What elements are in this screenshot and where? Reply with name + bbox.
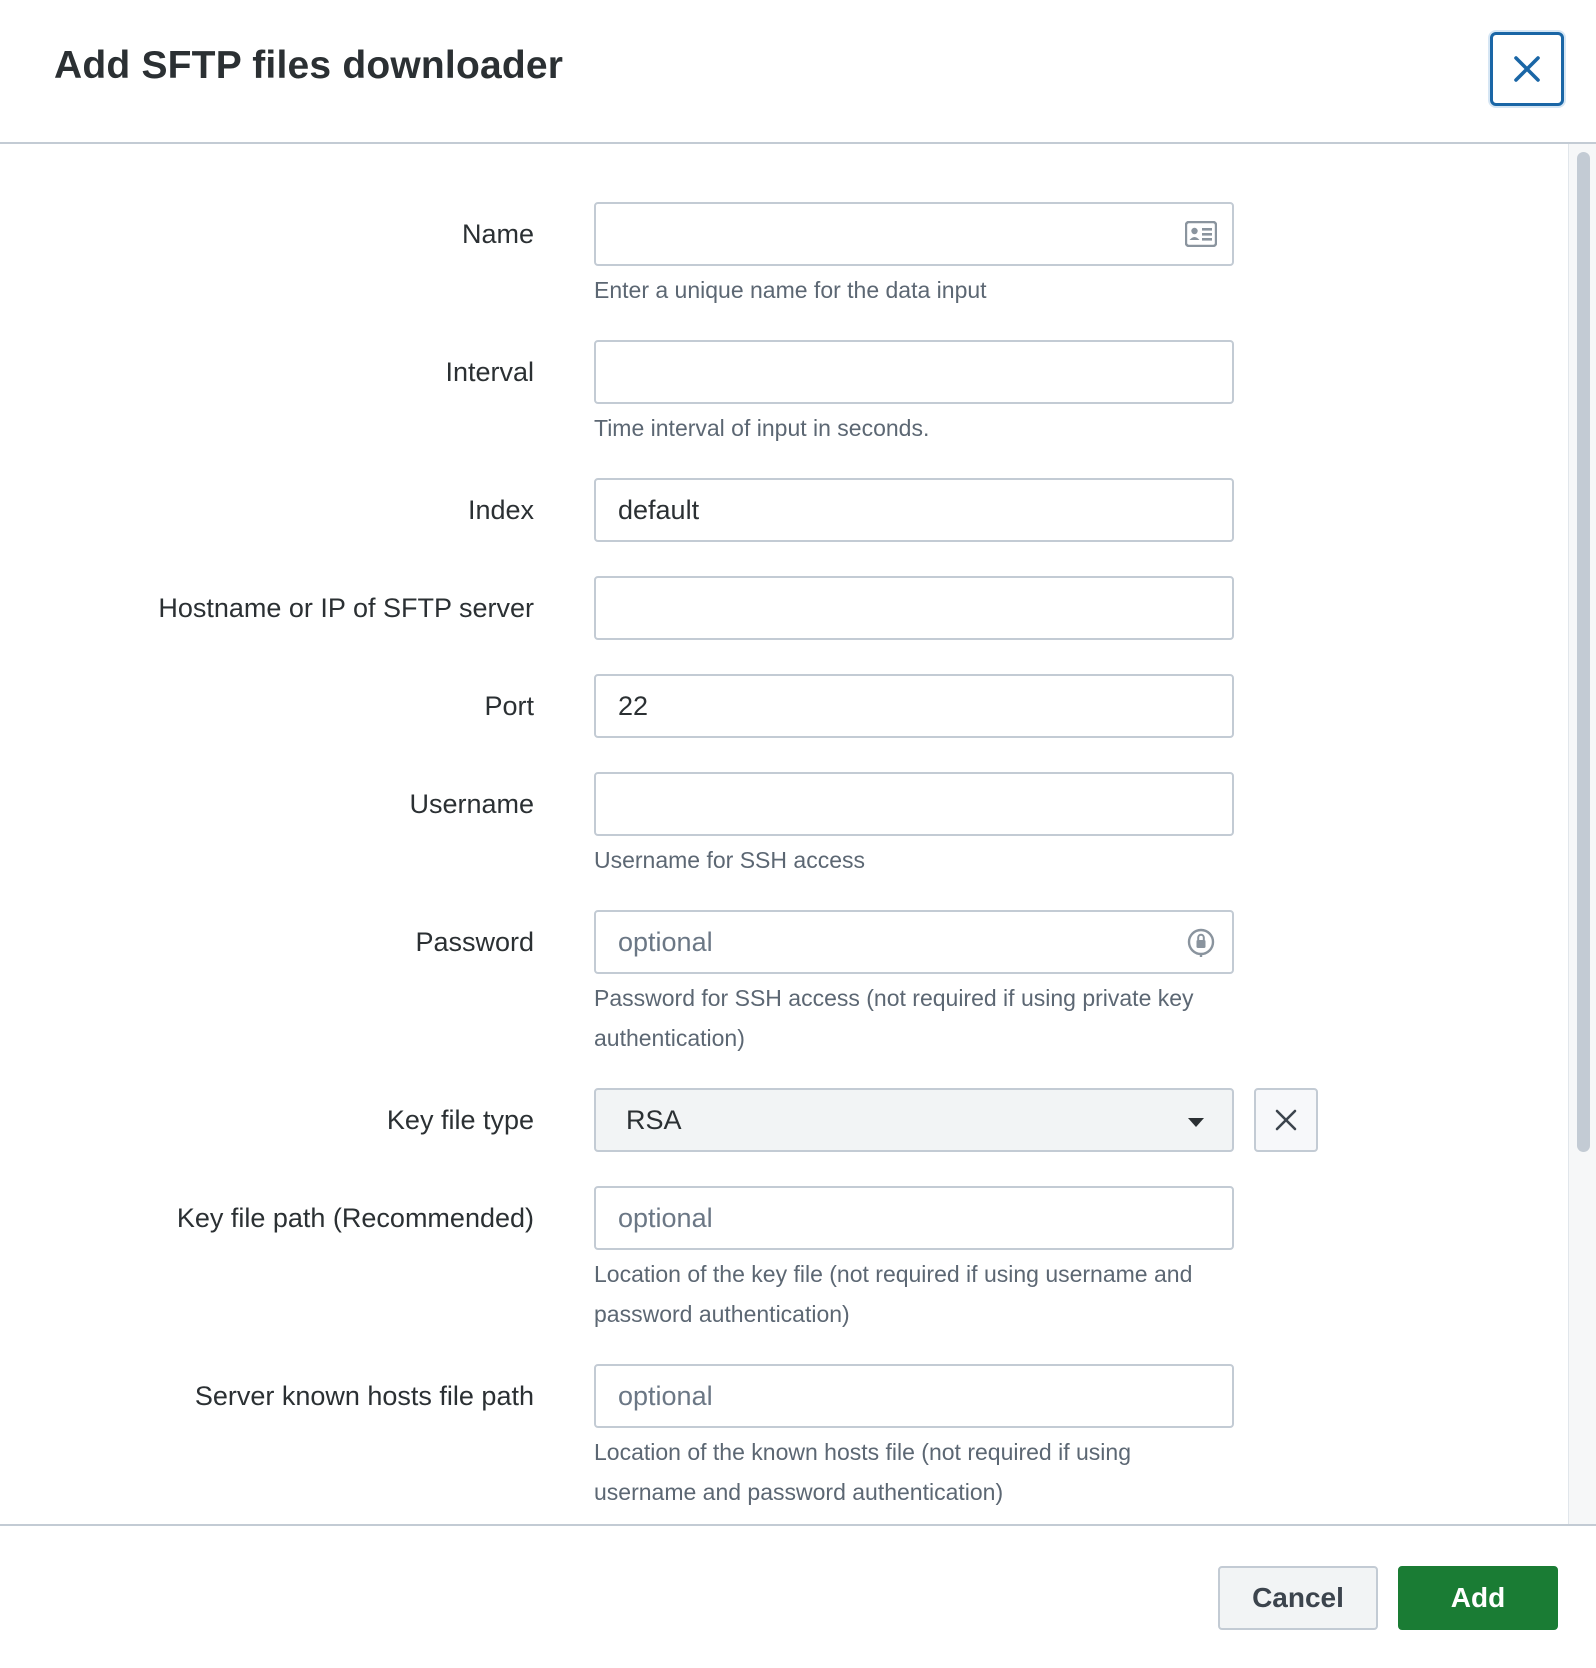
password-input[interactable]: optional: [594, 910, 1234, 974]
dialog-header: Add SFTP files downloader: [0, 0, 1596, 144]
port-value: 22: [618, 691, 649, 721]
username-help: Username for SSH access: [594, 847, 865, 873]
known-hosts-input[interactable]: optional: [594, 1364, 1234, 1428]
dialog-title: Add SFTP files downloader: [54, 44, 564, 87]
chevron-down-icon: [1188, 1118, 1204, 1127]
key-file-path-help: Location of the key file (not required i…: [594, 1254, 1234, 1334]
interval-input[interactable]: [594, 340, 1234, 404]
known-hosts-placeholder: optional: [618, 1381, 713, 1411]
key-file-type-select[interactable]: RSA: [594, 1088, 1234, 1152]
close-icon: [1514, 56, 1540, 82]
key-file-path-label: Key file path (Recommended): [176, 1203, 534, 1233]
close-icon: [1275, 1109, 1297, 1131]
known-hosts-help: Location of the known hosts file (not re…: [594, 1432, 1234, 1512]
key-file-type-value: RSA: [626, 1105, 682, 1135]
port-input[interactable]: 22: [594, 674, 1234, 738]
key-file-path-help-line1: Location of the key file (not required i…: [594, 1261, 1193, 1287]
username-input[interactable]: [594, 772, 1234, 836]
password-help: Password for SSH access (not required if…: [594, 978, 1234, 1058]
known-hosts-help-line2: username and password authentication): [594, 1479, 1004, 1505]
close-button[interactable]: [1490, 32, 1564, 106]
name-label: Name: [461, 219, 534, 249]
key-file-path-help-line2: password authentication): [594, 1301, 850, 1327]
cancel-button[interactable]: Cancel: [1218, 1566, 1378, 1630]
password-manager-icon[interactable]: [1184, 926, 1218, 958]
contact-card-icon[interactable]: [1184, 218, 1218, 250]
port-label: Port: [484, 691, 534, 721]
key-file-type-clear-button[interactable]: [1254, 1088, 1318, 1152]
dialog-body: Name Enter a unique name for the data in…: [0, 144, 1596, 1524]
hostname-label: Hostname or IP of SFTP server: [158, 593, 534, 623]
index-input[interactable]: default: [594, 478, 1234, 542]
interval-help: Time interval of input in seconds.: [594, 415, 930, 441]
vertical-scrollbar[interactable]: [1568, 144, 1596, 1524]
known-hosts-label: Server known hosts file path: [194, 1381, 534, 1411]
password-help-line2: authentication): [594, 1025, 745, 1051]
name-input[interactable]: [594, 202, 1234, 266]
dialog-footer: Cancel Add: [0, 1524, 1596, 1668]
index-value: default: [618, 495, 700, 525]
key-file-path-input[interactable]: optional: [594, 1186, 1234, 1250]
add-button[interactable]: Add: [1398, 1566, 1558, 1630]
add-sftp-dialog: Add SFTP files downloader Name Enter a u…: [0, 0, 1596, 1668]
index-label: Index: [467, 495, 534, 525]
scrollbar-thumb[interactable]: [1577, 152, 1590, 1152]
key-file-type-label: Key file type: [386, 1105, 534, 1135]
password-label: Password: [415, 927, 534, 957]
password-placeholder: optional: [618, 927, 713, 957]
username-label: Username: [409, 789, 534, 819]
password-help-line1: Password for SSH access (not required if…: [594, 985, 1194, 1011]
interval-label: Interval: [445, 357, 534, 387]
hostname-input[interactable]: [594, 576, 1234, 640]
name-help: Enter a unique name for the data input: [594, 277, 987, 303]
key-file-path-placeholder: optional: [618, 1203, 713, 1233]
known-hosts-help-line1: Location of the known hosts file (not re…: [594, 1439, 1131, 1465]
